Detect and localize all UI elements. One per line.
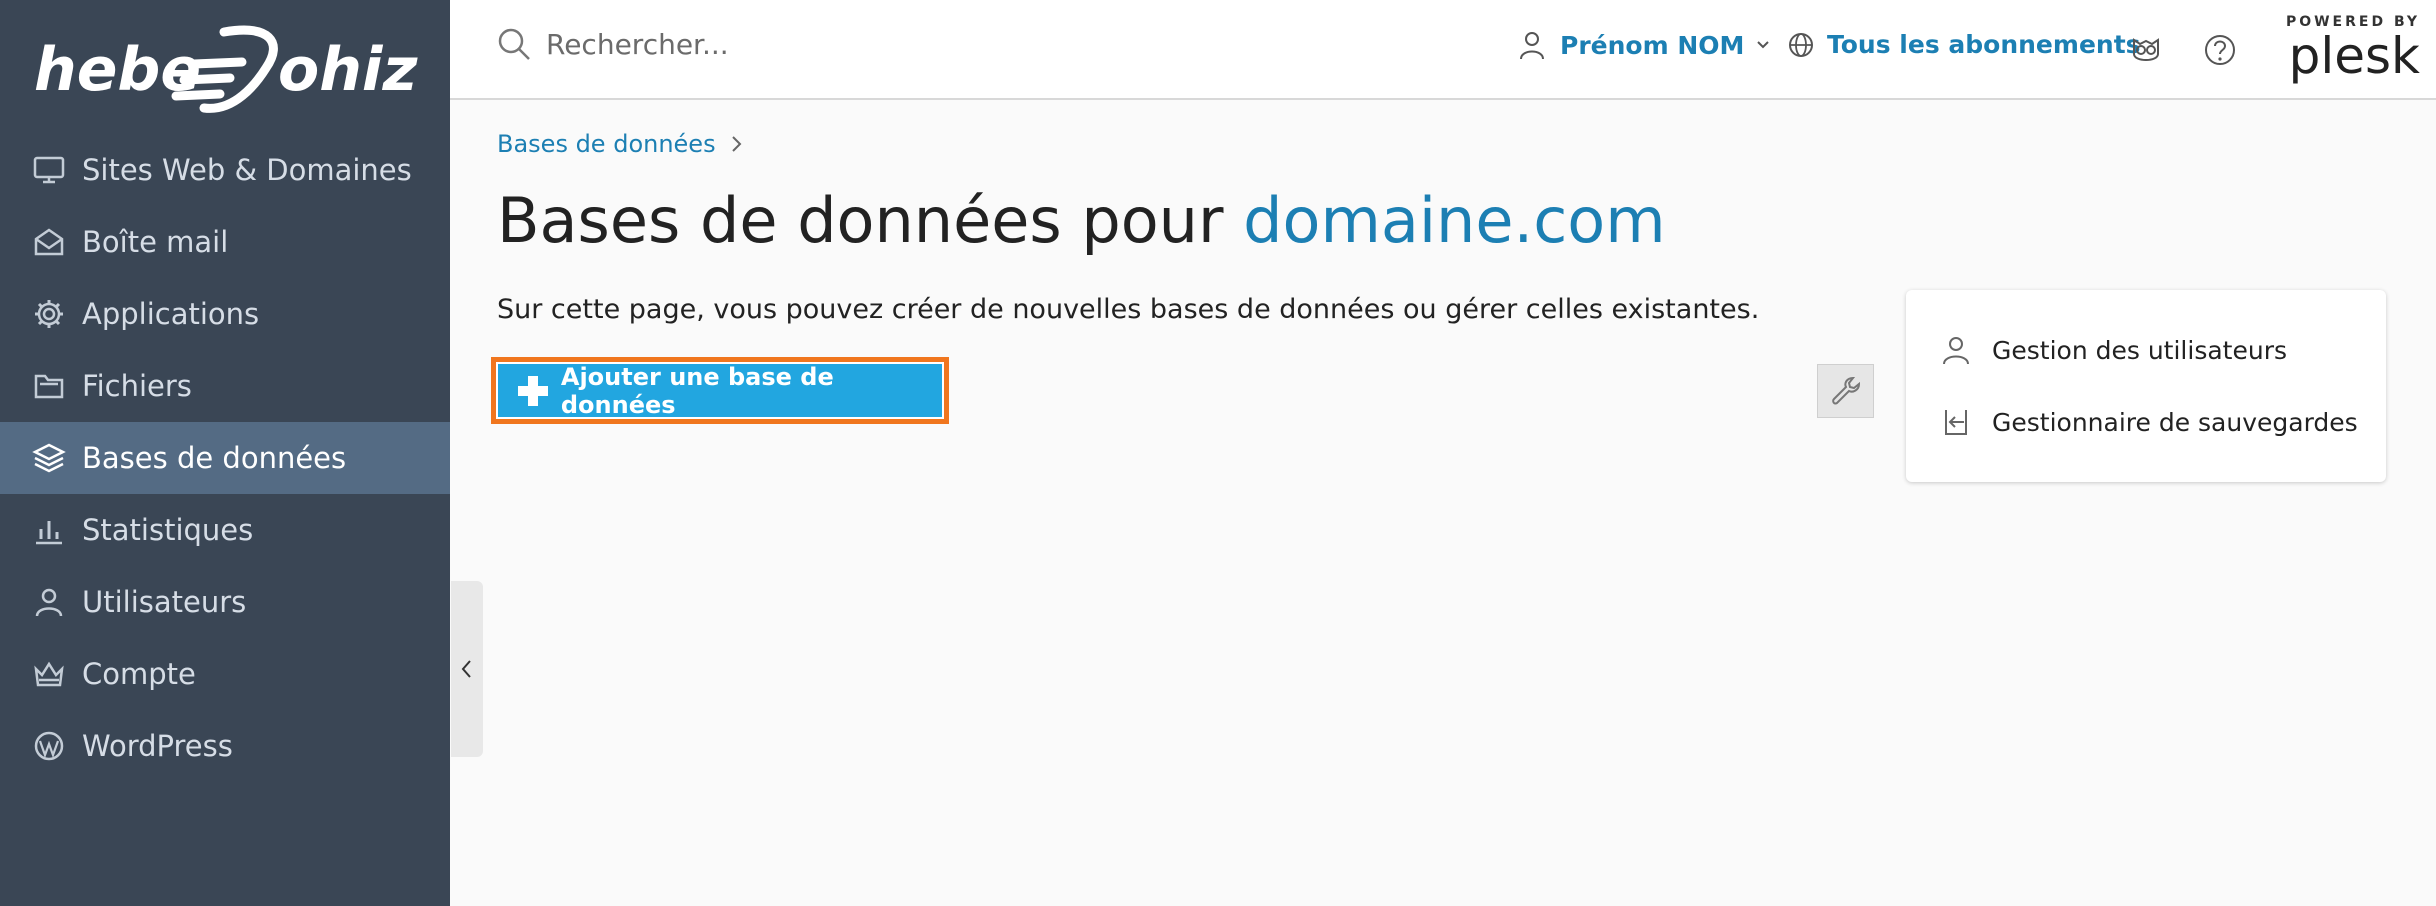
gear-icon [30,295,68,333]
envelope-icon [30,223,68,261]
sidebar-item-wordpress[interactable]: WordPress [0,710,450,782]
plesk-wordmark: plesk [2288,27,2420,85]
wrench-icon [1831,376,1860,405]
sidebar-item-users[interactable]: Utilisateurs [0,566,450,638]
side-panel: Gestion des utilisateurs Gestionnaire de… [1906,290,2386,482]
user-management-label: Gestion des utilisateurs [1992,335,2287,365]
sidebar-item-databases[interactable]: Bases de données [0,422,450,494]
backup-manager-label: Gestionnaire de sauvegardes [1992,407,2358,437]
sidebar-item-files[interactable]: Fichiers [0,350,450,422]
add-database-button[interactable]: Ajouter une base de données [496,362,944,419]
sidebar-item-applications[interactable]: Applications [0,278,450,350]
add-database-highlight: Ajouter une base de données [491,357,949,424]
sidebar-item-label: Applications [82,297,260,331]
plesk-logo: POWERED BY plesk [2270,14,2420,84]
database-layers-icon [30,439,68,477]
sidebar-item-label: Statistiques [82,513,254,547]
user-menu[interactable]: Prénom NOM [1518,30,1770,60]
sidebar-collapse-button[interactable] [451,581,483,757]
bar-chart-icon [30,511,68,549]
globe-icon [1789,32,1813,57]
sidebar-nav: Sites Web & Domaines Boîte mail Applicat… [0,134,450,782]
user-name: Prénom NOM [1560,30,1745,60]
sidebar-item-label: Compte [82,657,196,691]
user-icon [1520,32,1544,60]
owl-icon[interactable] [2128,32,2164,68]
breadcrumb[interactable]: Bases de données [497,130,744,158]
page-title-prefix: Bases de données pour [497,184,1244,257]
backup-icon [1945,410,1967,435]
sidebar-item-label: Bases de données [82,441,347,475]
backup-manager-link[interactable]: Gestionnaire de sauvegardes [1906,386,2386,458]
user-icon [1943,337,1969,365]
chevron-left-icon [461,660,471,678]
sidebar-item-label: Sites Web & Domaines [82,153,412,187]
chevron-right-icon [731,136,741,152]
search-bar[interactable] [496,26,1106,62]
page-description: Sur cette page, vous pouvez créer de nou… [497,294,1760,325]
sidebar-item-statistics[interactable]: Statistiques [0,494,450,566]
sidebar-item-mail[interactable]: Boîte mail [0,206,450,278]
breadcrumb-databases[interactable]: Bases de données [497,130,716,158]
svg-text:ohiz: ohiz [278,35,419,105]
sidebar-item-account[interactable]: Compte [0,638,450,710]
folder-icon [30,367,68,405]
search-icon [498,28,530,60]
plus-icon [518,375,548,406]
sidebar: hebe ohiz Sites Web & Domaines Boîte mai… [0,0,450,906]
search-input[interactable] [546,27,1106,61]
page-title: Bases de données pour domaine.com [497,184,1666,257]
tools-button[interactable] [1817,364,1874,418]
chevron-down-icon [1757,41,1770,49]
user-management-link[interactable]: Gestion des utilisateurs [1906,314,2386,386]
user-icon [30,583,68,621]
sidebar-item-label: WordPress [82,729,233,763]
sidebar-item-sites[interactable]: Sites Web & Domaines [0,134,450,206]
subscriptions-link[interactable]: Tous les abonnements [1787,30,2141,59]
sidebar-item-label: Boîte mail [82,225,229,259]
hebergeur-logo[interactable]: hebe ohiz [34,22,424,118]
sidebar-item-label: Utilisateurs [82,585,247,619]
crown-icon [30,655,68,693]
help-icon[interactable] [2202,32,2238,68]
add-database-label: Ajouter une base de données [560,362,834,419]
page-title-domain[interactable]: domaine.com [1243,184,1665,257]
wordpress-icon [30,727,68,765]
sidebar-item-label: Fichiers [82,369,192,403]
monitor-icon [30,151,68,189]
top-header: Prénom NOM Tous les abonnements POWERED … [450,0,2436,100]
subscriptions-label: Tous les abonnements [1827,30,2141,59]
